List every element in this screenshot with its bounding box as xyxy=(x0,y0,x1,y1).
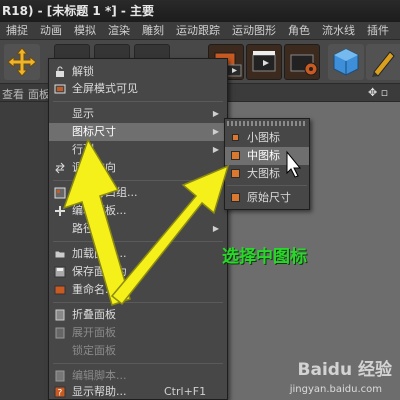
watermark-url: jingyan.baidu.com xyxy=(289,384,382,395)
yellow-arrow-icon xyxy=(62,138,131,306)
yellow-arrow-icon xyxy=(110,164,230,306)
watermark-logo: Baidu 经验 xyxy=(297,360,392,380)
annotation-overlay xyxy=(62,138,302,306)
mouse-cursor-icon xyxy=(286,150,302,178)
